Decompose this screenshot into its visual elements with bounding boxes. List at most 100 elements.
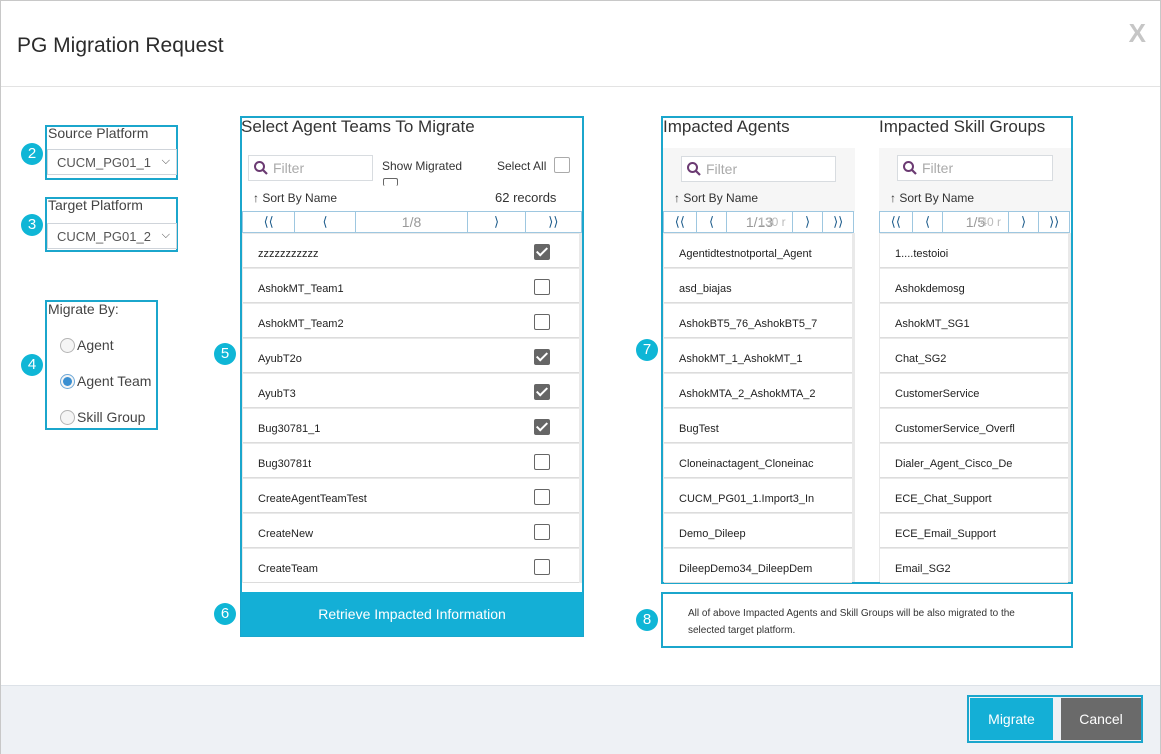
skill-name: CustomerService_Overfl xyxy=(895,423,1015,435)
target-platform-select[interactable]: CUCM_PG01_2 ⌵ xyxy=(47,223,177,249)
next-page-icon[interactable]: ⟩ xyxy=(793,212,824,232)
agent-name: DileepDemo34_DileepDem xyxy=(679,563,813,575)
prev-page-icon[interactable]: ⟨ xyxy=(697,212,728,232)
retrieve-impacted-button[interactable]: Retrieve Impacted Information xyxy=(241,592,583,636)
skills-filter-input[interactable]: Filter xyxy=(897,155,1053,181)
agent-row: AshokMTA_2_AshokMTA_2 xyxy=(664,374,852,408)
last-page-icon[interactable]: ⟩⟩ xyxy=(1039,212,1069,232)
skill-row: Chat_SG2 xyxy=(880,339,1068,373)
skill-name: ECE_Chat_Support xyxy=(895,493,992,505)
chevron-down-icon: ⌵ xyxy=(161,155,170,167)
skills-sort-button[interactable]: ↑ Sort By Name xyxy=(890,191,974,205)
skill-row: CustomerService_Overfl xyxy=(880,409,1068,443)
migrate-button[interactable]: Migrate xyxy=(970,698,1053,740)
source-platform-select[interactable]: CUCM_PG01_1 ⌵ xyxy=(47,149,177,175)
team-row[interactable]: CreateTeam xyxy=(243,549,579,583)
skills-pager: ⟨⟨ ⟨ 1/5 40 r ⟩ ⟩⟩ xyxy=(879,211,1070,233)
target-platform-value: CUCM_PG01_2 xyxy=(57,229,151,244)
teams-list: zzzzzzzzzzz AshokMT_Team1 AshokMT_Team2 … xyxy=(242,233,582,583)
radio-skill-group-label: Skill Group xyxy=(77,409,146,425)
team-row[interactable]: AshokMT_Team2 xyxy=(243,304,579,338)
agents-filter-input[interactable]: Filter xyxy=(681,156,836,182)
agents-sort-label: Sort By Name xyxy=(683,191,759,205)
show-migrated-label: Show Migrated xyxy=(382,159,463,173)
skill-name: ECE_Email_Support xyxy=(895,528,996,540)
first-page-icon[interactable]: ⟨⟨ xyxy=(664,212,697,232)
team-checkbox[interactable] xyxy=(534,454,550,470)
team-row[interactable]: Bug30781_1 xyxy=(243,409,579,443)
select-all-label: Select All xyxy=(497,159,547,173)
teams-filter-input[interactable]: Filter xyxy=(248,155,373,181)
radio-skill-group[interactable]: Skill Group xyxy=(60,409,145,425)
radio-agent-team[interactable]: Agent Team xyxy=(60,373,151,389)
target-platform-label: Target Platform xyxy=(48,197,143,213)
search-icon xyxy=(254,161,268,175)
team-checkbox-checked[interactable] xyxy=(534,244,550,260)
search-icon xyxy=(903,161,917,175)
team-row[interactable]: AshokMT_Team1 xyxy=(243,269,579,303)
teams-pager: ⟨⟨ ⟨ 1/8 ⟩ ⟩⟩ xyxy=(242,211,582,233)
cancel-button[interactable]: Cancel xyxy=(1061,698,1141,740)
team-name: CreateNew xyxy=(258,528,314,540)
team-checkbox-checked[interactable] xyxy=(534,419,550,435)
radio-circle-selected xyxy=(60,373,75,389)
last-page-icon[interactable]: ⟩⟩ xyxy=(526,212,581,232)
team-row[interactable]: AyubT3 xyxy=(243,374,579,408)
team-checkbox[interactable] xyxy=(534,279,550,295)
agent-name: Agentidtestnotportal_Agent xyxy=(679,248,812,260)
agent-name: BugTest xyxy=(679,423,719,435)
skills-record-count-overlap: 40 r xyxy=(980,215,1002,229)
team-checkbox[interactable] xyxy=(534,314,550,330)
select-all-checkbox[interactable] xyxy=(554,157,570,173)
team-row[interactable]: Bug30781t xyxy=(243,444,579,478)
next-page-icon[interactable]: ⟩ xyxy=(468,212,526,232)
radio-agent-team-label: Agent Team xyxy=(77,373,152,389)
agents-pager: ⟨⟨ ⟨ 1/13 130 r ⟩ ⟩⟩ xyxy=(663,211,854,233)
radio-agent[interactable]: Agent xyxy=(60,337,114,353)
prev-page-icon[interactable]: ⟨ xyxy=(295,212,356,232)
team-checkbox-checked[interactable] xyxy=(534,384,550,400)
skills-filter-placeholder: Filter xyxy=(922,160,954,176)
skill-row: Ashokdemosg xyxy=(880,269,1068,303)
skill-name: Ashokdemosg xyxy=(895,283,965,295)
team-row[interactable]: AyubT2o xyxy=(243,339,579,373)
team-checkbox[interactable] xyxy=(534,489,550,505)
skills-sort-label: Sort By Name xyxy=(899,191,975,205)
impacted-agents-title: Impacted Agents xyxy=(663,117,790,136)
impacted-skill-groups-title: Impacted Skill Groups xyxy=(879,117,1046,136)
last-page-icon[interactable]: ⟩⟩ xyxy=(823,212,853,232)
dialog-header: PG Migration Request X xyxy=(1,1,1160,87)
team-row[interactable]: zzzzzzzzzzz xyxy=(243,234,579,268)
agent-row: Demo_Dileep xyxy=(664,514,852,548)
skill-row: AshokMT_SG1 xyxy=(880,304,1068,338)
radio-agent-label: Agent xyxy=(77,337,114,353)
team-name: CreateTeam xyxy=(258,563,318,575)
teams-sort-button[interactable]: ↑ Sort By Name xyxy=(253,191,337,205)
agent-name: AshokBT5_76_AshokBT5_7 xyxy=(679,318,818,330)
skill-row: ECE_Chat_Support xyxy=(880,479,1068,513)
team-name: zzzzzzzzzzz xyxy=(258,248,319,260)
teams-filter-placeholder: Filter xyxy=(273,160,305,176)
source-platform-label: Source Platform xyxy=(48,125,149,141)
prev-page-icon[interactable]: ⟨ xyxy=(913,212,944,232)
team-row[interactable]: CreateNew xyxy=(243,514,579,548)
close-icon[interactable]: X xyxy=(1129,18,1146,49)
team-checkbox[interactable] xyxy=(534,524,550,540)
skill-row: Email_SG2 xyxy=(880,549,1068,583)
team-checkbox[interactable] xyxy=(534,559,550,575)
next-page-icon[interactable]: ⟩ xyxy=(1009,212,1040,232)
skill-name: 1....testoioi xyxy=(895,248,949,260)
agent-row: Cloneinactagent_Cloneinac xyxy=(664,444,852,478)
first-page-icon[interactable]: ⟨⟨ xyxy=(880,212,913,232)
first-page-icon[interactable]: ⟨⟨ xyxy=(243,212,296,232)
radio-circle xyxy=(60,337,75,353)
show-migrated-checkbox[interactable] xyxy=(383,178,398,186)
agents-sort-button[interactable]: ↑ Sort By Name xyxy=(674,191,758,205)
agent-row: AshokBT5_76_AshokBT5_7 xyxy=(664,304,852,338)
team-name: AshokMT_Team2 xyxy=(258,318,344,330)
team-checkbox-checked[interactable] xyxy=(534,349,550,365)
agent-name: asd_biajas xyxy=(679,283,732,295)
team-row[interactable]: CreateAgentTeamTest xyxy=(243,479,579,513)
agent-row: Agentidtestnotportal_Agent xyxy=(664,234,852,268)
arrow-up-icon: ↑ xyxy=(253,191,259,205)
